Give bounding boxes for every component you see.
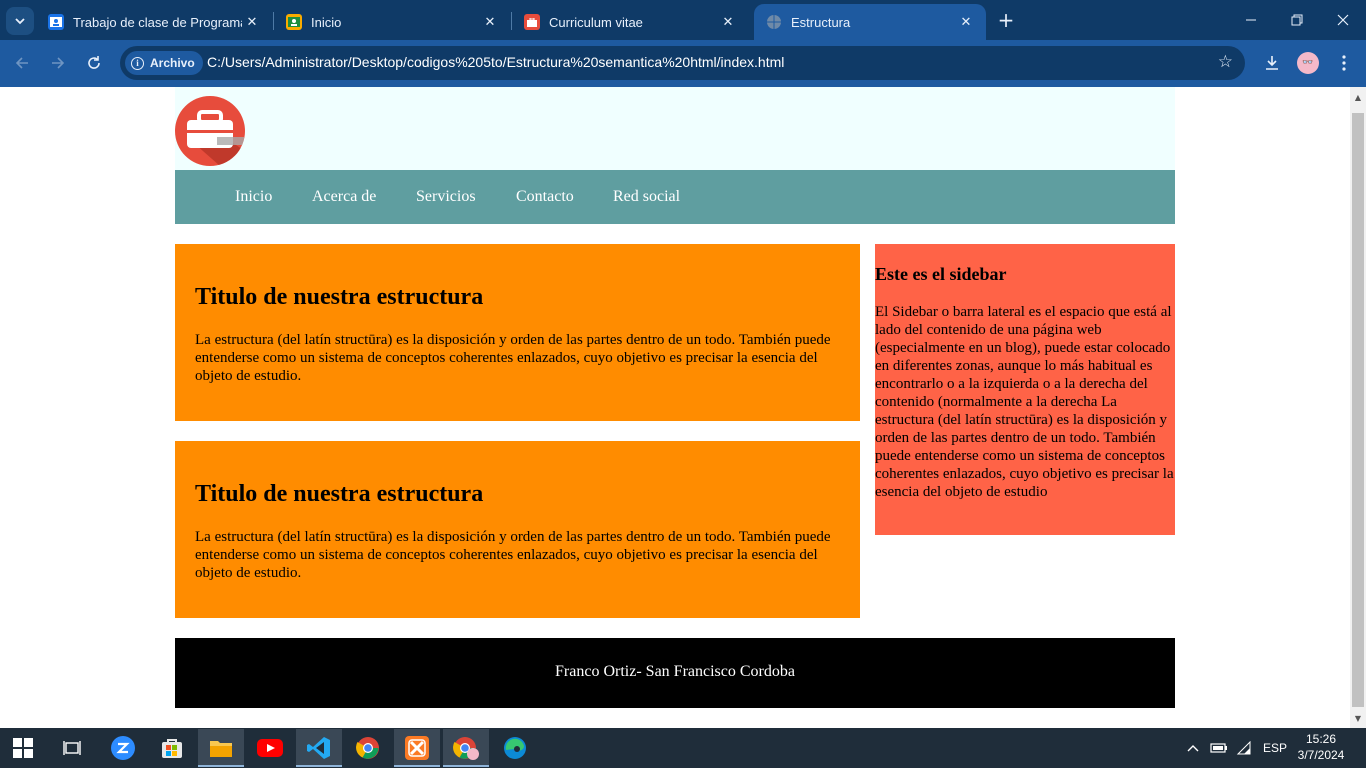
reload-button[interactable]: [82, 51, 106, 75]
page-scrollbar[interactable]: ▲ ▼: [1350, 87, 1366, 728]
forward-button[interactable]: [46, 51, 70, 75]
article-1: Titulo de nuestra estructura La estructu…: [175, 244, 860, 421]
nav-link-servicios[interactable]: Servicios: [416, 188, 476, 206]
briefcase-icon: [524, 14, 540, 30]
file-explorer-icon[interactable]: [198, 729, 244, 767]
reload-icon: [88, 56, 100, 69]
classroom-icon: [48, 14, 64, 30]
close-icon[interactable]: ✕: [242, 12, 262, 32]
tab-title: Inicio: [311, 14, 342, 30]
footer-text: Franco Ortiz- San Francisco Cordoba: [555, 663, 795, 680]
kebab-menu-icon: [1342, 55, 1346, 71]
sidebar-body: El Sidebar o barra lateral es el espacio…: [875, 304, 1174, 500]
arrow-left-icon: [15, 57, 28, 69]
tab-curriculum[interactable]: Curriculum vitae ✕: [512, 4, 748, 40]
close-icon[interactable]: ✕: [956, 12, 976, 32]
close-icon[interactable]: ✕: [480, 12, 500, 32]
article-body: La estructura (del latín structūra) es l…: [195, 332, 831, 384]
site-info-chip[interactable]: i Archivo: [125, 51, 203, 75]
tab-search-button[interactable]: [6, 7, 34, 35]
classroom-icon: [286, 14, 302, 30]
info-icon: i: [131, 56, 144, 70]
task-view-icon[interactable]: [49, 729, 95, 767]
edge-icon[interactable]: [492, 729, 538, 767]
article-title: Titulo de nuestra estructura: [195, 284, 484, 310]
new-tab-button[interactable]: +: [994, 8, 1018, 32]
avatar: 👓: [1297, 52, 1319, 74]
scroll-up-arrow-icon[interactable]: ▲: [1350, 89, 1366, 105]
chevron-down-icon: [15, 18, 25, 25]
nav-link-acerca-de[interactable]: Acerca de: [312, 188, 376, 206]
article-body: La estructura (del latín structūra) es l…: [195, 529, 831, 581]
wifi-icon[interactable]: [1236, 728, 1252, 768]
back-button[interactable]: [10, 51, 34, 75]
close-icon[interactable]: ✕: [718, 12, 738, 32]
bookmark-star-icon[interactable]: ☆: [1218, 52, 1233, 72]
page-viewport: Inicio Acerca de Servicios Contacto Red …: [0, 87, 1350, 728]
tab-title: Estructura: [791, 14, 851, 30]
battery-icon[interactable]: [1210, 728, 1228, 768]
zoom-icon[interactable]: [100, 729, 146, 767]
tab-classroom-work[interactable]: Trabajo de clase de Programaci ✕: [36, 4, 272, 40]
clock-time: 15:26: [1305, 732, 1337, 746]
vscode-icon[interactable]: [296, 729, 342, 767]
sidebar-title: Este es el sidebar: [875, 264, 1007, 284]
main-nav: Inicio Acerca de Servicios Contacto Red …: [175, 170, 1175, 224]
arrow-right-icon: [52, 57, 65, 69]
article-2: Titulo de nuestra estructura La estructu…: [175, 441, 860, 618]
show-hidden-icons-icon[interactable]: [1186, 728, 1200, 768]
close-window-button[interactable]: [1320, 0, 1366, 40]
restore-button[interactable]: [1274, 0, 1320, 40]
tab-estructura[interactable]: Estructura ✕: [754, 4, 986, 40]
profile-button[interactable]: 👓: [1296, 51, 1320, 75]
article-title: Titulo de nuestra estructura: [195, 481, 484, 507]
windows-taskbar: ESP 15:26 3/7/2024: [0, 728, 1366, 768]
scroll-down-arrow-icon[interactable]: ▼: [1350, 710, 1366, 726]
menu-button[interactable]: [1332, 51, 1356, 75]
scrollbar-thumb[interactable]: [1352, 113, 1364, 707]
briefcase-logo-icon: [175, 96, 245, 166]
xampp-icon[interactable]: [394, 729, 440, 767]
nav-link-inicio[interactable]: Inicio: [235, 188, 272, 206]
tab-title: Curriculum vitae: [549, 14, 643, 30]
youtube-icon[interactable]: [247, 729, 293, 767]
address-bar[interactable]: i Archivo C:/Users/Administrator/Desktop…: [120, 46, 1245, 80]
site-footer: Franco Ortiz- San Francisco Cordoba: [175, 638, 1175, 708]
browser-toolbar: i Archivo C:/Users/Administrator/Desktop…: [0, 40, 1366, 87]
site-info-label: Archivo: [150, 56, 195, 70]
microsoft-store-icon[interactable]: [149, 729, 195, 767]
language-indicator[interactable]: ESP: [1263, 728, 1287, 768]
windows-start-icon[interactable]: [0, 729, 46, 767]
clock-date: 3/7/2024: [1297, 748, 1345, 762]
nav-link-contacto[interactable]: Contacto: [516, 188, 574, 206]
tab-strip: Trabajo de clase de Programaci ✕ Inicio …: [0, 0, 1366, 40]
chrome-icon[interactable]: [345, 729, 391, 767]
chrome-profile-icon[interactable]: [443, 729, 489, 767]
globe-icon: [766, 14, 782, 30]
system-clock[interactable]: 15:26 3/7/2024: [1296, 731, 1346, 763]
tab-title: Trabajo de clase de Programaci: [73, 14, 242, 30]
nav-link-red-social[interactable]: Red social: [613, 188, 680, 206]
site-header: [175, 87, 1175, 170]
tab-inicio[interactable]: Inicio ✕: [274, 4, 510, 40]
sidebar: Este es el sidebar El Sidebar o barra la…: [875, 244, 1175, 535]
download-icon: [1266, 56, 1278, 70]
minimize-button[interactable]: [1228, 0, 1274, 40]
downloads-button[interactable]: [1260, 51, 1284, 75]
url-text[interactable]: C:/Users/Administrator/Desktop/codigos%2…: [207, 54, 784, 70]
